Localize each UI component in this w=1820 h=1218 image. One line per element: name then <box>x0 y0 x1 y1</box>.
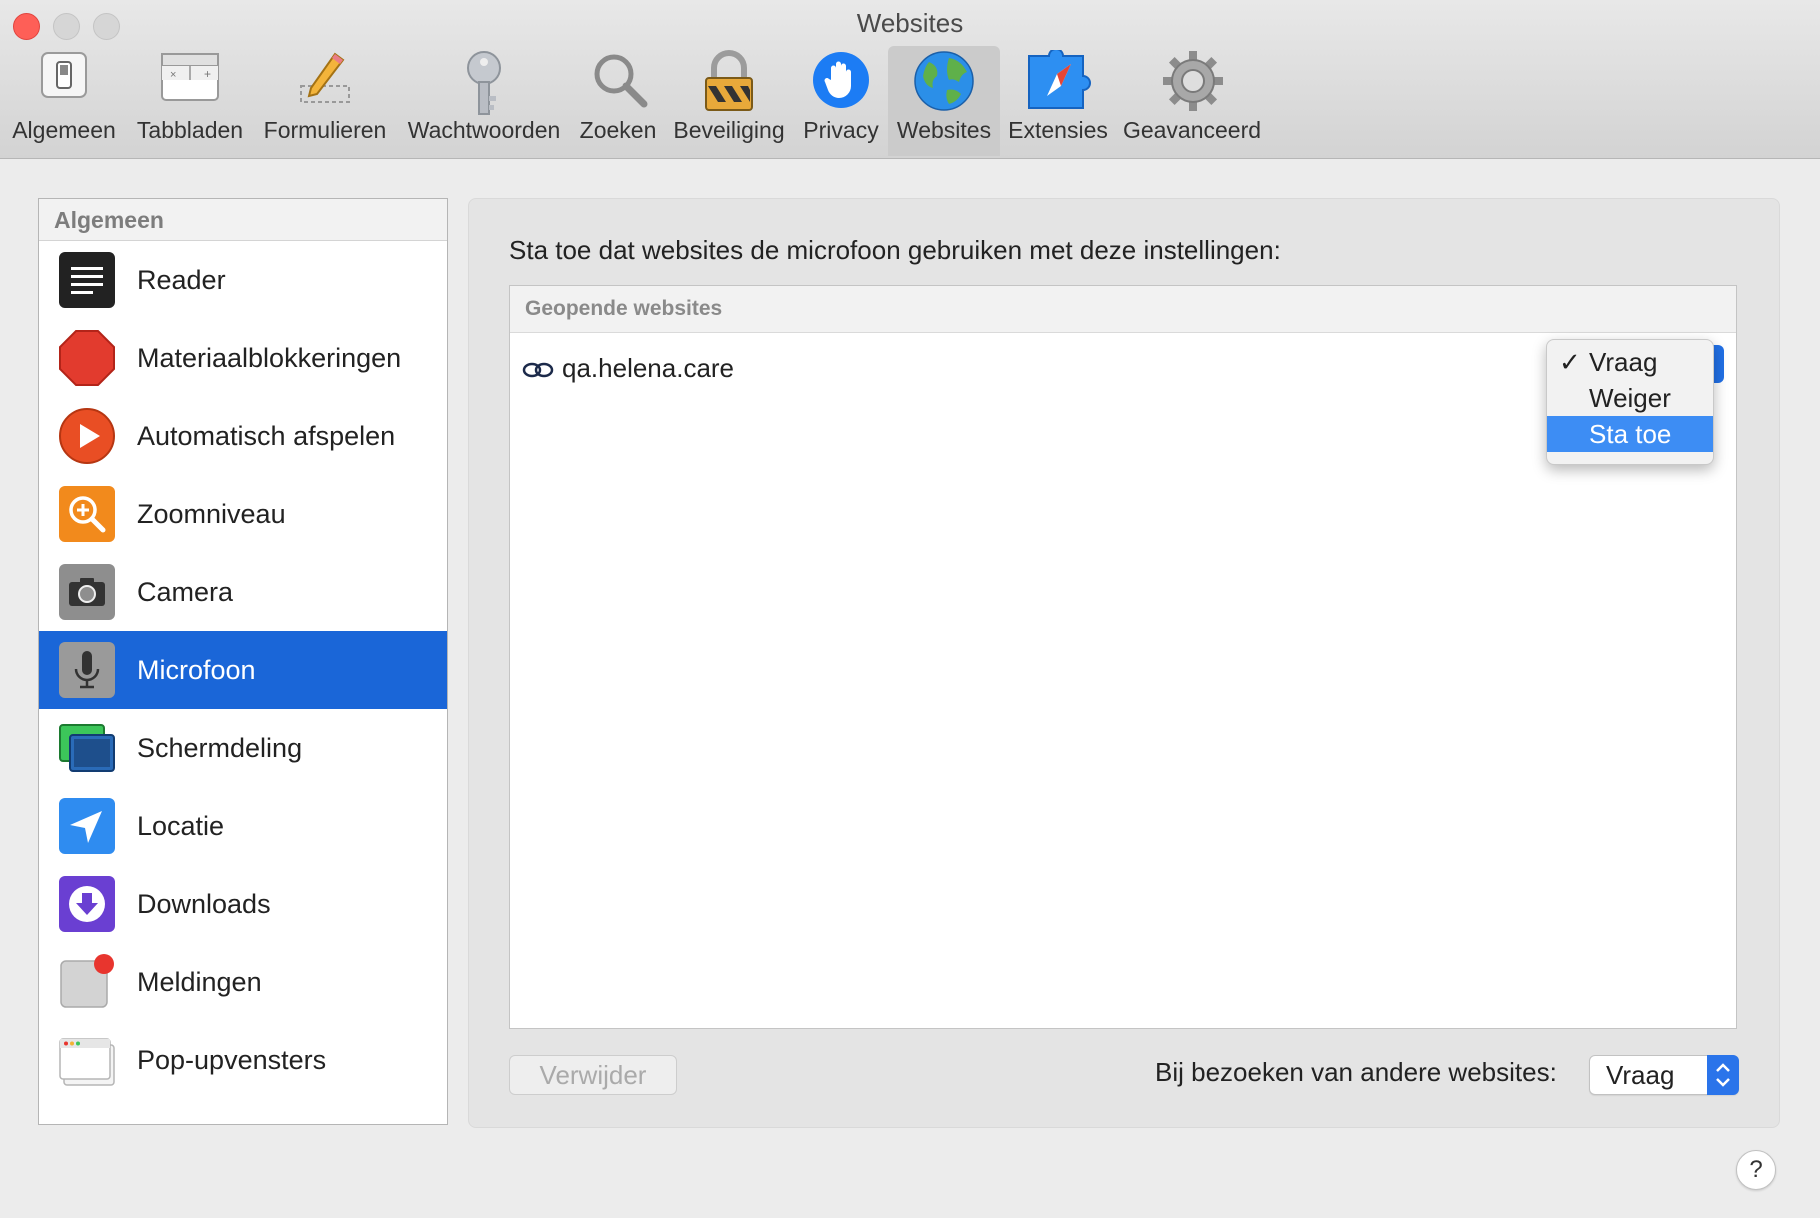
sidebar: Algemeen Reader Materiaalblokkeringen Au <box>38 198 448 1125</box>
menu-item-label: Sta toe <box>1589 419 1672 449</box>
reader-icon <box>59 252 115 308</box>
toolbar-label: Websites <box>896 117 992 143</box>
toolbar-item-algemeen[interactable]: Algemeen <box>6 46 122 156</box>
toolbar-item-privacy[interactable]: Privacy <box>795 46 887 156</box>
gear-icon <box>1163 51 1223 111</box>
toolbar-item-wachtwoorden[interactable]: Wachtwoorden <box>400 46 568 156</box>
menu-item-label: Vraag <box>1589 347 1658 377</box>
checkmark-icon: ✓ <box>1559 347 1581 377</box>
link-icon <box>522 362 554 378</box>
select-arrows-icon <box>1707 1055 1739 1095</box>
sidebar-item-label: Locatie <box>137 811 225 841</box>
padlock-icon <box>705 50 753 111</box>
location-arrow-icon <box>59 798 115 854</box>
toolbar-item-tabbladen[interactable]: × + Tabbladen <box>131 46 249 156</box>
select-value: Vraag <box>1606 1060 1675 1090</box>
toolbar-label: Extensies <box>1008 117 1108 143</box>
stop-octagon-icon <box>59 330 115 386</box>
sidebar-item-pop-upvensters[interactable]: Pop-upvensters <box>39 1021 447 1099</box>
help-button[interactable]: ? <box>1736 1150 1776 1190</box>
general-switch-icon <box>41 52 87 98</box>
sidebar-item-reader[interactable]: Reader <box>39 241 447 319</box>
toolbar-item-geavanceerd[interactable]: Geavanceerd <box>1118 46 1266 156</box>
toolbar-item-beveiliging[interactable]: Beveiliging <box>668 46 790 156</box>
toolbar-label: Zoeken <box>579 117 657 143</box>
sidebar-item-meldingen[interactable]: Meldingen <box>39 943 447 1021</box>
toolbar-label: Privacy <box>803 117 879 143</box>
toolbar-item-zoeken[interactable]: Zoeken <box>574 46 662 156</box>
list-header: Geopende websites <box>510 286 1736 333</box>
menu-item-sta-toe[interactable]: Sta toe <box>1547 416 1713 452</box>
sidebar-header: Algemeen <box>39 199 447 241</box>
play-icon <box>59 408 115 464</box>
window-title: Websites <box>856 8 964 38</box>
sidebar-item-automatisch-afspelen[interactable]: Automatisch afspelen <box>39 397 447 475</box>
toolbar-item-extensies[interactable]: Extensies <box>1005 46 1111 156</box>
download-icon <box>59 876 115 932</box>
toolbar-item-formulieren[interactable]: Formulieren <box>258 46 392 156</box>
list-item[interactable]: qa.helena.care <box>522 348 734 388</box>
svg-text:×: × <box>170 69 176 81</box>
notification-icon <box>60 954 114 1008</box>
sidebar-item-label: Schermdeling <box>137 733 303 763</box>
tabs-icon: × + <box>161 53 219 101</box>
toolbar-label: Beveiliging <box>673 117 785 143</box>
svg-text:+: + <box>204 67 211 81</box>
sidebar-item-downloads[interactable]: Downloads <box>39 865 447 943</box>
toolbar-item-websites[interactable]: Websites <box>888 46 1000 156</box>
pencil-form-icon <box>300 52 350 103</box>
toolbar-label: Algemeen <box>12 117 116 143</box>
puzzle-compass-icon <box>1028 50 1091 109</box>
sidebar-item-label: Automatisch afspelen <box>137 421 396 451</box>
hand-icon <box>813 52 869 108</box>
other-websites-select[interactable]: Vraag <box>1589 1055 1739 1095</box>
sidebar-item-label: Pop-upvensters <box>137 1045 327 1075</box>
menu-item-vraag[interactable]: ✓ Vraag <box>1547 344 1713 380</box>
sidebar-item-label: Reader <box>137 265 226 295</box>
zoom-icon <box>59 486 115 542</box>
sidebar-item-materiaalblokkeringen[interactable]: Materiaalblokkeringen <box>39 319 447 397</box>
key-icon <box>467 51 501 115</box>
settings-panel: Sta toe dat websites de microfoon gebrui… <box>468 198 1780 1128</box>
menu-item-label: Weiger <box>1589 383 1671 413</box>
titlebar: Websites Algemeen × + Tabbladen Formulie… <box>0 0 1820 159</box>
menu-item-weiger[interactable]: Weiger <box>1547 380 1713 416</box>
sidebar-item-label: Zoomniveau <box>137 499 286 529</box>
sidebar-item-label: Materiaalblokkeringen <box>137 343 402 373</box>
remove-button[interactable]: Verwijder <box>509 1055 677 1095</box>
popup-window-icon <box>59 1038 115 1086</box>
sidebar-item-microfoon[interactable]: Microfoon <box>39 631 447 709</box>
sidebar-item-zoomniveau[interactable]: Zoomniveau <box>39 475 447 553</box>
permission-menu: ✓ Vraag Weiger Sta toe <box>1546 339 1714 465</box>
preferences-window: Websites Algemeen × + Tabbladen Formulie… <box>0 0 1820 1218</box>
toolbar-label: Geavanceerd <box>1122 117 1262 143</box>
camera-icon <box>59 564 115 620</box>
site-domain: qa.helena.care <box>562 353 735 383</box>
globe-icon <box>914 51 974 111</box>
sidebar-item-schermdeling[interactable]: Schermdeling <box>39 709 447 787</box>
microphone-icon <box>59 642 115 698</box>
sidebar-item-label: Microfoon <box>137 655 256 685</box>
toolbar-label: Formulieren <box>263 117 387 143</box>
sidebar-item-locatie[interactable]: Locatie <box>39 787 447 865</box>
toolbar-label: Tabbladen <box>136 117 244 143</box>
magnifier-icon <box>594 54 648 108</box>
other-websites-label: Bij bezoeken van andere websites: <box>1155 1057 1557 1087</box>
sidebar-item-label: Camera <box>137 577 234 607</box>
toolbar-label: Wachtwoorden <box>407 117 561 143</box>
sidebar-item-label: Meldingen <box>137 967 262 997</box>
sidebar-item-label: Downloads <box>137 889 271 919</box>
sidebar-item-camera[interactable]: Camera <box>39 553 447 631</box>
screen-sharing-icon <box>59 724 115 772</box>
panel-prompt: Sta toe dat websites de microfoon gebrui… <box>509 235 1281 265</box>
